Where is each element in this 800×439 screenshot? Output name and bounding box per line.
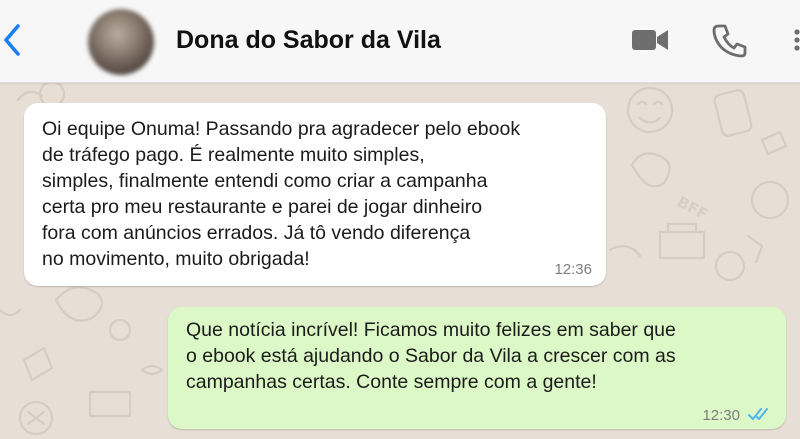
incoming-message[interactable]: Oi equipe Onuma! Passando pra agradecer …	[24, 103, 606, 286]
more-options-button[interactable]	[786, 20, 800, 60]
double-check-read-icon	[748, 408, 768, 420]
svg-text:BFF: BFF	[674, 193, 711, 224]
message-line: campanhas certas. Conte sempre com a gen…	[186, 371, 597, 393]
message-text: Oi equipe Onuma! Passando pra agradecer …	[42, 116, 520, 272]
message-time: 12:36	[554, 261, 592, 278]
chat-screen: BFF Dona do Sabor da Vila Oi equipe Onum…	[0, 0, 800, 439]
contact-name[interactable]: Dona do Sabor da Vila	[176, 26, 441, 55]
message-line: no movimento, muito obrigada!	[42, 248, 310, 270]
message-line: o ebook está ajudando o Sabor da Vila a …	[186, 345, 676, 367]
more-vertical-icon	[794, 29, 800, 51]
message-text: Que notícia incrível! Ficamos muito feli…	[186, 317, 676, 395]
back-button[interactable]	[0, 18, 28, 62]
message-line: Que notícia incrível! Ficamos muito feli…	[186, 319, 676, 341]
message-line: fora com anúncios errados. Já tô vendo d…	[42, 222, 471, 244]
video-call-button[interactable]	[628, 22, 672, 58]
message-line: de tráfego pago. É realmente muito simpl…	[42, 144, 425, 166]
message-line: certa pro meu restaurante e parei de jog…	[42, 196, 483, 218]
message-line: simples, finalmente entendi como criar a…	[42, 170, 488, 192]
message-time: 12:30	[702, 407, 740, 424]
contact-avatar[interactable]	[88, 9, 154, 75]
chat-header: Dona do Sabor da Vila	[0, 0, 800, 83]
outgoing-message[interactable]: Que notícia incrível! Ficamos muito feli…	[168, 307, 786, 429]
chevron-left-icon	[4, 24, 20, 56]
phone-icon	[712, 24, 747, 58]
video-camera-icon	[632, 30, 668, 50]
message-line: Oi equipe Onuma! Passando pra agradecer …	[42, 118, 521, 140]
voice-call-button[interactable]	[710, 20, 750, 60]
